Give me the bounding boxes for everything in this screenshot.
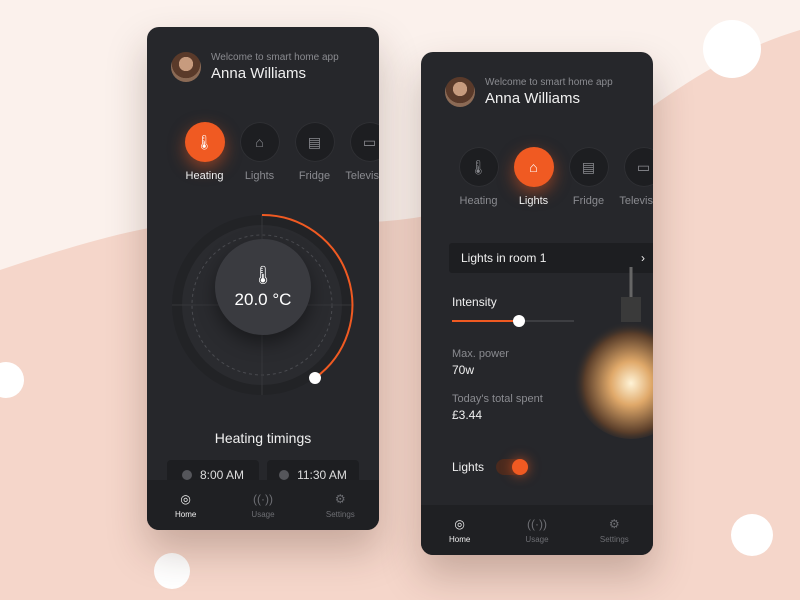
gear-icon: ⚙	[608, 516, 620, 531]
slider-fill	[452, 320, 520, 322]
nav-label: Settings	[325, 509, 355, 519]
category-tabs: 🌡 Heating ⌂ Lights ▤ Fridge ▭ Television	[451, 147, 653, 207]
bottom-nav: ◎ Home ((·)) Usage ⚙ Settings	[421, 505, 653, 555]
tab-fridge[interactable]: ▤ Fridge	[561, 147, 616, 207]
nav-home[interactable]: ◎ Home	[430, 517, 490, 544]
slider-knob[interactable]	[513, 315, 526, 327]
nav-label: Home	[174, 509, 197, 519]
bottom-nav: ◎ Home ((·)) Usage ⚙ Settings	[147, 480, 379, 530]
background-wave	[0, 0, 800, 600]
tab-label: Heating	[185, 170, 224, 182]
heating-screen: Welcome to smart home app Anna Williams …	[147, 27, 379, 530]
user-header: Welcome to smart home app Anna Williams	[171, 52, 339, 82]
tab-lights[interactable]: ⌂ Lights	[506, 147, 561, 207]
nav-settings[interactable]: ⚙ Settings	[310, 492, 370, 519]
tab-television[interactable]: ▭ Television	[616, 147, 653, 207]
intensity-label: Intensity	[452, 295, 497, 309]
signal-icon: ((·))	[252, 491, 273, 506]
tab-label: Fridge	[572, 195, 605, 207]
tab-television[interactable]: ▭ Television	[342, 122, 379, 182]
temperature-value: 20.0	[234, 289, 268, 309]
home-gauge-icon: ◎	[180, 491, 191, 506]
tab-label: Television	[345, 170, 379, 182]
temperature-unit: °C	[272, 289, 292, 309]
room-label: Lights in room 1	[461, 251, 547, 265]
lights-screen: Welcome to smart home app Anna Williams …	[421, 52, 653, 555]
tv-icon: ▭	[623, 147, 653, 187]
dial-knob	[309, 372, 321, 384]
tab-fridge[interactable]: ▤ Fridge	[287, 122, 342, 182]
toggle-label: Lights	[452, 460, 485, 474]
stat-value: £3.44	[452, 408, 483, 422]
user-name: Anna Williams	[211, 65, 307, 82]
tab-label: Lights	[518, 195, 549, 207]
avatar[interactable]	[171, 52, 201, 82]
nav-label: Home	[448, 534, 471, 544]
tab-label: Television	[619, 195, 653, 207]
nav-label: Usage	[525, 534, 549, 544]
light-bulb-image	[573, 267, 653, 439]
stat-label: Max. power	[452, 348, 509, 360]
stat-value: 70w	[452, 363, 475, 377]
tab-label: Lights	[244, 170, 275, 182]
clock-icon	[181, 470, 192, 480]
category-tabs: 🌡 Heating ⌂ Lights ▤ Fridge ▭ Television	[177, 122, 379, 182]
lights-toggle-row: Lights	[452, 459, 529, 475]
nav-label: Usage	[251, 509, 275, 519]
signal-icon: ((·))	[526, 516, 547, 531]
chevron-right-icon: ›	[641, 251, 645, 265]
user-name: Anna Williams	[485, 90, 581, 107]
thermometer-icon: 🌡	[458, 147, 499, 187]
lights-toggle[interactable]	[496, 459, 529, 475]
nav-label: Settings	[599, 534, 629, 544]
thermometer-icon: 🌡	[184, 122, 225, 162]
tv-icon: ▭	[349, 122, 379, 162]
heating-timings-title: Heating timings	[214, 430, 312, 446]
tab-label: Fridge	[298, 170, 331, 182]
lamp-icon: ⌂	[239, 122, 280, 162]
toggle-knob	[512, 459, 529, 475]
home-gauge-icon: ◎	[454, 516, 465, 531]
tab-heating[interactable]: 🌡 Heating	[451, 147, 506, 207]
welcome-text: Welcome to smart home app	[211, 52, 339, 63]
total-spent: Today's total spent £3.44	[452, 393, 543, 422]
decor-dot	[154, 553, 190, 589]
decor-dot	[731, 514, 773, 556]
tab-lights[interactable]: ⌂ Lights	[232, 122, 287, 182]
avatar[interactable]	[445, 77, 475, 107]
max-power: Max. power 70w	[452, 348, 509, 377]
nav-usage[interactable]: ((·)) Usage	[233, 492, 293, 519]
nav-usage[interactable]: ((·)) Usage	[507, 517, 567, 544]
intensity-slider[interactable]	[452, 315, 574, 327]
tab-heating[interactable]: 🌡 Heating	[177, 122, 232, 182]
clock-icon	[279, 470, 290, 480]
lamp-icon: ⌂	[513, 147, 554, 187]
thermometer-icon: 🌡	[251, 264, 275, 285]
gear-icon: ⚙	[334, 491, 346, 506]
user-header: Welcome to smart home app Anna Williams	[445, 77, 613, 107]
tab-label: Heating	[459, 195, 498, 207]
nav-settings[interactable]: ⚙ Settings	[584, 517, 644, 544]
decor-dot	[703, 20, 761, 78]
stat-label: Today's total spent	[452, 393, 543, 405]
fridge-icon: ▤	[294, 122, 335, 162]
nav-home[interactable]: ◎ Home	[156, 492, 216, 519]
welcome-text: Welcome to smart home app	[485, 77, 613, 88]
temperature-readout: 🌡 20.0 °C	[215, 239, 311, 335]
fridge-icon: ▤	[568, 147, 609, 187]
